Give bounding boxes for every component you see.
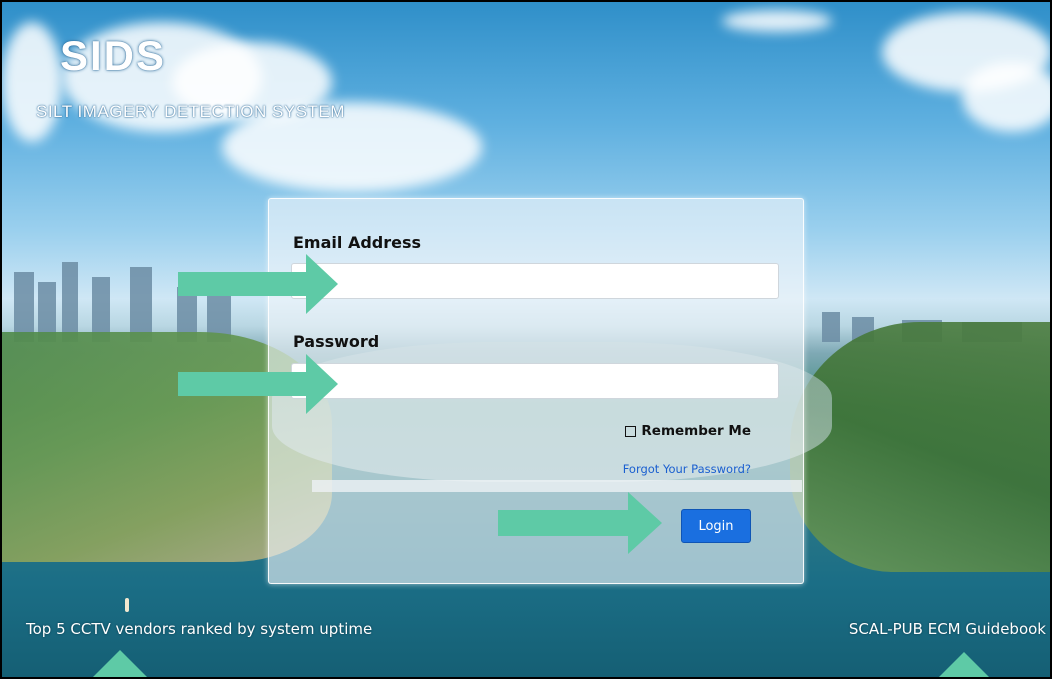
login-button[interactable]: Login [681,509,751,543]
guidebook-link[interactable]: SCAL-PUB ECM Guidebook [849,620,1046,638]
cloud [962,62,1050,132]
cctv-vendors-link[interactable]: Top 5 CCTV vendors ranked by system upti… [26,620,372,638]
park-land [790,322,1050,572]
arrow-up-icon [939,652,989,677]
app-logo: SIDS [60,32,167,79]
email-label: Email Address [293,233,422,252]
password-label: Password [293,332,380,351]
checkbox-icon[interactable] [625,425,637,437]
app-subtitle: SILT IMAGERY DETECTION SYSTEM [36,102,345,121]
email-field[interactable] [291,263,779,299]
remember-me-label: Remember Me [641,423,751,439]
boat [125,598,129,612]
remember-me-toggle[interactable]: Remember Me [625,423,751,439]
password-field[interactable] [291,363,779,399]
cloud [2,22,62,142]
arrow-right-icon [178,254,338,314]
arrow-up-icon [93,650,147,677]
forgot-password-link[interactable]: Forgot Your Password? [623,462,751,476]
arrow-right-icon [498,492,662,554]
arrow-right-icon [178,354,338,414]
login-page: SIDS SILT IMAGERY DETECTION SYSTEM Email… [0,0,1052,679]
cloud [722,10,832,32]
